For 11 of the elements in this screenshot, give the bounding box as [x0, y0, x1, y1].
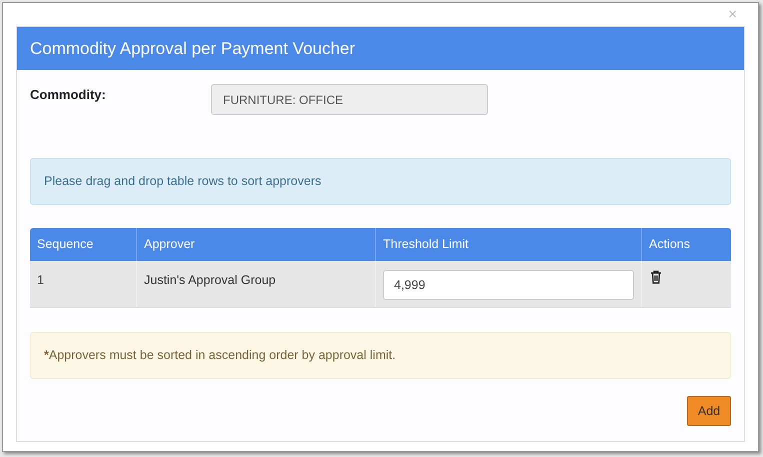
column-header: Actions	[648, 236, 691, 254]
trash-icon[interactable]	[650, 270, 662, 284]
table-cell: Justin's Approval Group	[137, 261, 376, 307]
add-button[interactable]: Add	[687, 396, 731, 426]
threshold-field[interactable]: 4,999	[383, 270, 634, 300]
dialog-title: Commodity Approval per Payment Voucher	[30, 38, 356, 60]
warning-text: *Approvers must be sorted in ascending order by approval limit.	[44, 347, 396, 364]
info-text: Please drag and drop table rows to sort approvers	[44, 173, 322, 190]
field-label: Commodity:	[30, 86, 107, 104]
commodity-field: FURNITURE: OFFICE	[211, 84, 488, 115]
table-cell: 1	[30, 261, 137, 307]
